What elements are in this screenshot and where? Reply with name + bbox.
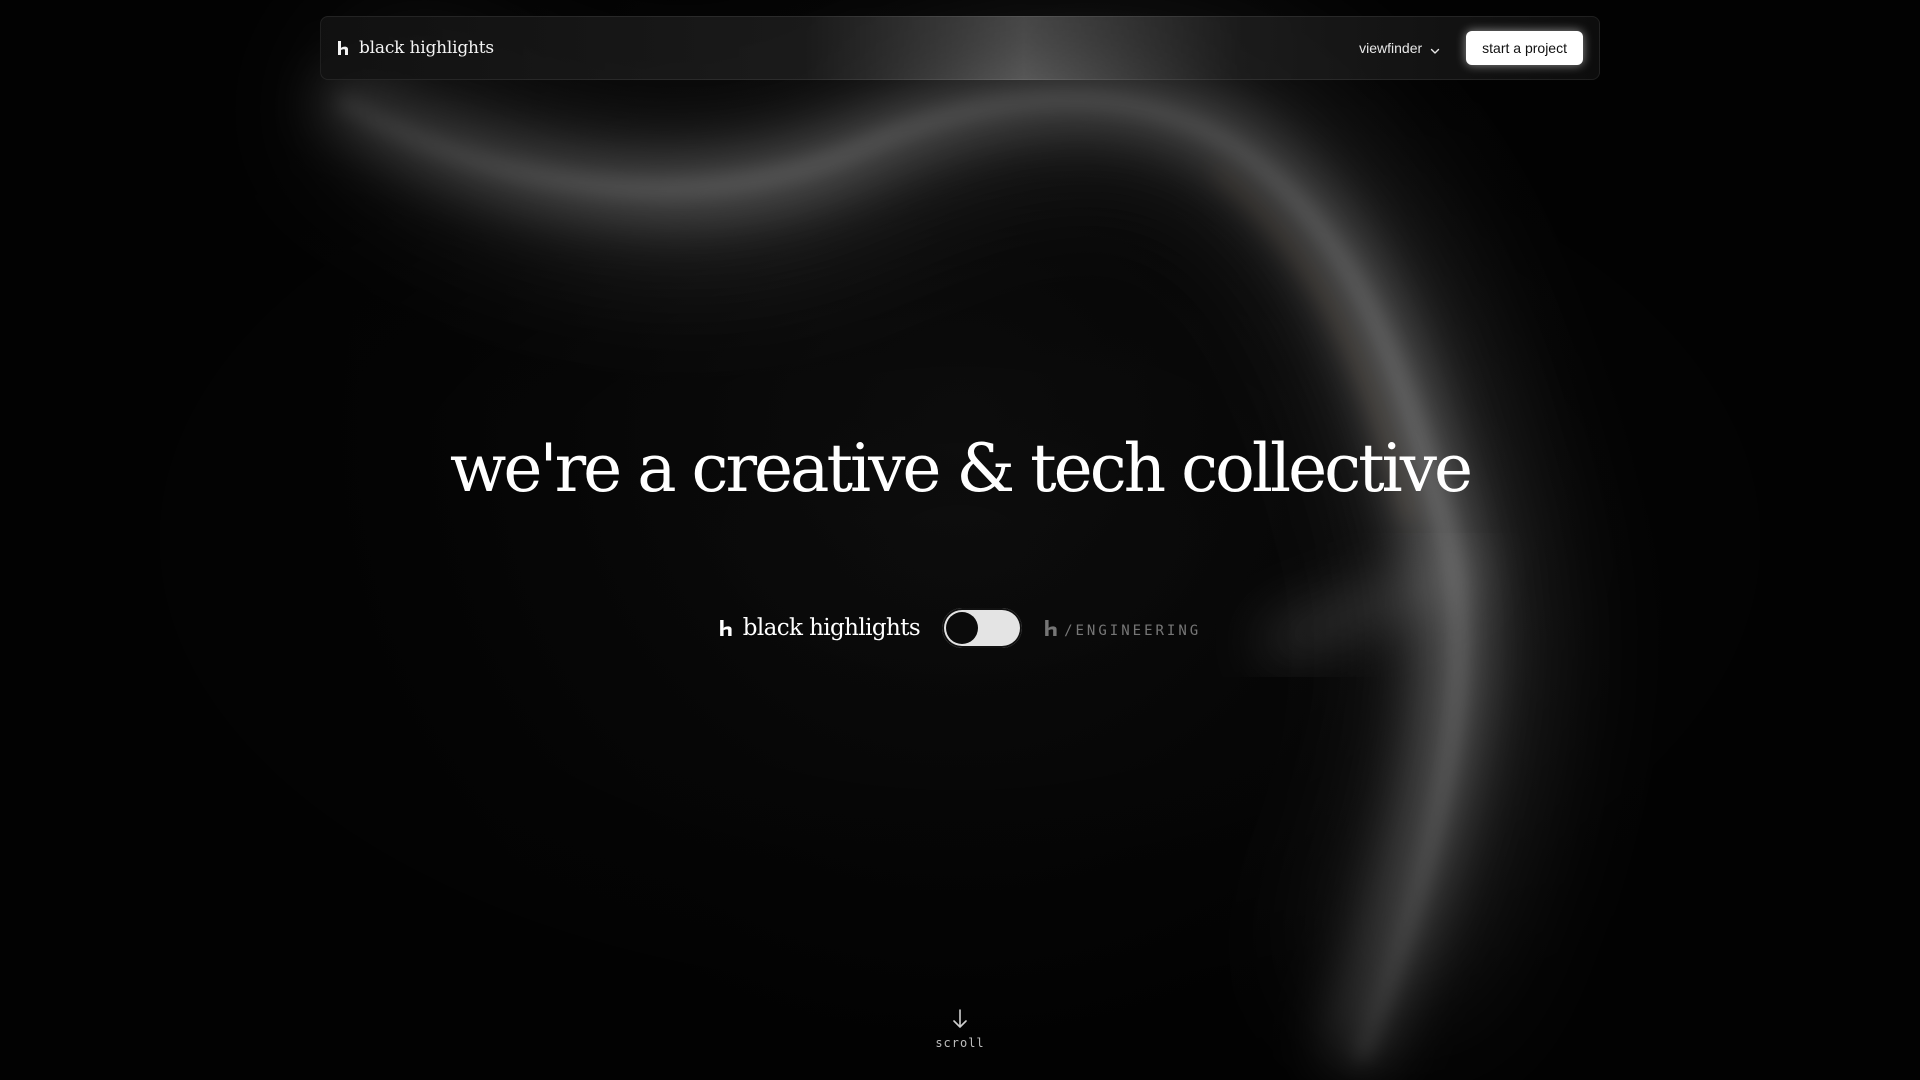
hero-title: we're a creative & tech collective — [449, 430, 1473, 507]
scroll-indicator[interactable]: scroll — [0, 1008, 1920, 1050]
glow-ribbon — [0, 0, 1920, 1080]
bh-logo-icon — [337, 40, 351, 56]
chevron-down-icon — [1430, 43, 1440, 54]
viewfinder-label: viewfinder — [1359, 40, 1423, 56]
arrow-down-icon — [951, 1008, 969, 1030]
scroll-label: scroll — [935, 1036, 985, 1050]
brand-name: black highlights — [359, 38, 494, 58]
bh-logo-icon — [719, 618, 735, 638]
start-project-button[interactable]: start a project — [1466, 31, 1583, 65]
mode-toggle-row: black highlights /ENGINEERING — [0, 608, 1920, 648]
top-navigation: black highlights viewfinder start a proj… — [320, 16, 1600, 80]
viewfinder-dropdown[interactable]: viewfinder — [1359, 40, 1440, 56]
toggle-right-engineering[interactable]: /ENGINEERING — [1044, 617, 1201, 639]
toggle-left-label: black highlights — [742, 615, 921, 641]
brand-logo[interactable]: black highlights — [337, 38, 494, 58]
engineering-label: /ENGINEERING — [1064, 623, 1202, 639]
background-glow — [0, 0, 1920, 1080]
mode-toggle-switch[interactable] — [942, 608, 1023, 648]
toggle-knob — [946, 612, 979, 644]
bh-logo-icon — [1044, 618, 1060, 638]
toggle-left-brand[interactable]: black highlights — [719, 615, 921, 641]
